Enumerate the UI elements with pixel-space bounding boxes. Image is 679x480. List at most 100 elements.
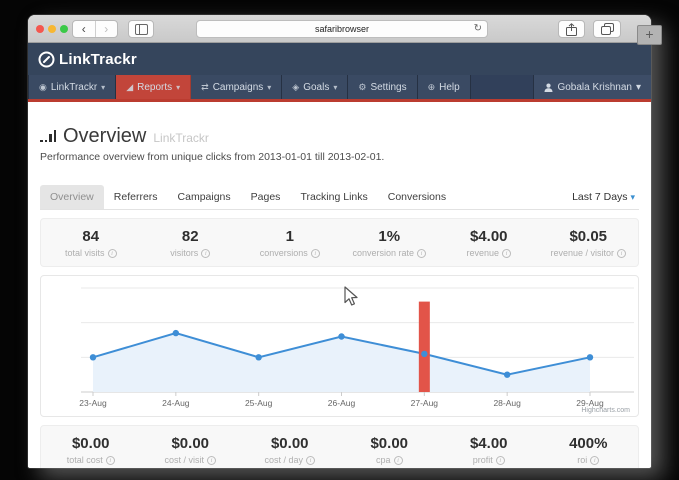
stat-label: cost / visit — [164, 455, 204, 465]
stat-value: 1 — [240, 228, 340, 245]
stat-label: roi — [577, 455, 587, 465]
svg-text:23-Aug: 23-Aug — [79, 398, 107, 408]
share-button[interactable] — [558, 20, 585, 38]
show-tabs-button[interactable] — [593, 20, 621, 38]
logo-text: LinkTrackr — [59, 51, 137, 68]
tab-conversions[interactable]: Conversions — [378, 185, 456, 209]
info-icon[interactable]: i — [311, 249, 320, 258]
zoom-window-button[interactable] — [60, 25, 68, 33]
linktrackr-logo[interactable]: LinkTrackr — [38, 51, 137, 68]
stat-cpa: $0.00cpai — [340, 435, 440, 465]
tab-referrers[interactable]: Referrers — [104, 185, 168, 209]
nav-item-help[interactable]: ⊕ Help — [418, 75, 471, 99]
stat-conversion-rate: 1% conversion ratei — [340, 228, 440, 258]
page-title-suffix: LinkTrackr — [153, 131, 209, 145]
globe-icon: ◉ — [39, 82, 47, 93]
sidebar-icon — [135, 24, 148, 35]
stat-label: total visits — [65, 248, 105, 258]
stat-label: cost / day — [264, 455, 303, 465]
linktrackr-logo-icon — [38, 51, 55, 68]
user-icon — [544, 83, 553, 92]
nav-label: Reports — [137, 82, 172, 93]
chevron-down-icon: ▾ — [630, 192, 635, 202]
nav-label: LinkTrackr — [51, 82, 97, 93]
stat-value: $0.05 — [539, 228, 639, 245]
wrench-icon: ⚙ — [358, 82, 366, 93]
page-title: Overview — [63, 125, 146, 148]
screenshot-stage: + ‹ › safaribrowser ↻ — [0, 0, 679, 480]
app-header: LinkTrackr — [28, 43, 651, 75]
safari-window: ‹ › safaribrowser ↻ — [28, 15, 651, 468]
stat-roi: 400% roii — [539, 435, 639, 465]
tab-overview[interactable]: Overview — [40, 185, 104, 209]
page-subtitle: Performance overview from unique clicks … — [40, 151, 639, 163]
stat-total-cost: $0.00total costi — [41, 435, 141, 465]
stat-label: profit — [473, 455, 493, 465]
info-icon[interactable]: i — [496, 456, 505, 465]
nav-item-campaigns[interactable]: ⇄ Campaigns ▾ — [191, 75, 282, 99]
info-icon[interactable]: i — [106, 456, 115, 465]
info-icon[interactable]: i — [201, 249, 210, 258]
help-icon: ⊕ — [428, 82, 436, 93]
chart-credit: Highcharts.com — [581, 407, 630, 414]
stat-label: conversions — [260, 248, 308, 258]
user-menu[interactable]: Gobala Krishnan ▾ — [533, 75, 651, 99]
history-nav-group: ‹ › — [72, 20, 118, 38]
stat-value: $0.00 — [141, 435, 241, 452]
nav-label: Settings — [370, 82, 406, 93]
visits-chart: 23-Aug24-Aug25-Aug26-Aug27-Aug28-Aug29-A… — [41, 276, 642, 416]
bar-chart-icon — [40, 129, 56, 142]
svg-text:27-Aug: 27-Aug — [411, 398, 439, 408]
url-text: safaribrowser — [315, 24, 369, 34]
stat-value: 84 — [41, 228, 141, 245]
nav-label: Campaigns — [213, 82, 264, 93]
back-button[interactable]: ‹ — [73, 21, 96, 37]
minimize-window-button[interactable] — [48, 25, 56, 33]
nav-item-linktrackr[interactable]: ◉ LinkTrackr ▾ — [28, 75, 116, 99]
address-bar[interactable]: safaribrowser ↻ — [196, 20, 488, 38]
svg-text:26-Aug: 26-Aug — [328, 398, 356, 408]
nav-item-goals[interactable]: ◈ Goals ▾ — [282, 75, 348, 99]
user-name: Gobala Krishnan — [557, 82, 632, 93]
chevron-down-icon: ▾ — [636, 82, 641, 93]
nav-item-reports[interactable]: ◢ Reports ▾ — [116, 75, 191, 99]
info-icon[interactable]: i — [617, 249, 626, 258]
reload-icon[interactable]: ↻ — [474, 21, 482, 37]
stat-revenue: $4.00revenuei — [439, 228, 539, 258]
info-icon[interactable]: i — [590, 456, 599, 465]
stats-row-top: 84total visitsi82visitorsi1conversionsi1… — [40, 218, 639, 267]
stat-value: $4.00 — [439, 228, 539, 245]
main-nav: ◉ LinkTrackr ▾ ◢ Reports ▾ ⇄ Campaigns ▾… — [28, 75, 651, 99]
forward-button[interactable]: › — [96, 21, 118, 37]
stat-label: cpa — [376, 455, 391, 465]
stat-value: $4.00 — [439, 435, 539, 452]
date-range-selector[interactable]: Last 7 Days ▾ — [568, 185, 639, 209]
tab-tracking-links[interactable]: Tracking Links — [290, 185, 377, 209]
info-icon[interactable]: i — [502, 249, 511, 258]
report-tabs: Overview Referrers Campaigns Pages Track… — [40, 185, 639, 210]
chevron-down-icon: ▾ — [267, 83, 271, 92]
stat-label: visitors — [170, 248, 198, 258]
info-icon[interactable]: i — [306, 456, 315, 465]
tab-pages[interactable]: Pages — [241, 185, 291, 209]
close-window-button[interactable] — [36, 25, 44, 33]
nav-item-settings[interactable]: ⚙ Settings — [348, 75, 417, 99]
info-icon[interactable]: i — [417, 249, 426, 258]
stat-value: 400% — [539, 435, 639, 452]
stat-visitors: 82visitorsi — [141, 228, 241, 258]
stat-cost-day: $0.00cost / dayi — [240, 435, 340, 465]
frame-plus-button[interactable]: + — [637, 25, 662, 45]
info-icon[interactable]: i — [207, 456, 216, 465]
sidebar-toggle-button[interactable] — [128, 20, 154, 38]
chart-icon: ◢ — [126, 82, 133, 93]
tab-campaigns[interactable]: Campaigns — [168, 185, 241, 209]
chevron-down-icon: ▾ — [333, 83, 337, 92]
stat-label: conversion rate — [352, 248, 414, 258]
nav-label: Goals — [303, 82, 329, 93]
info-icon[interactable]: i — [394, 456, 403, 465]
info-icon[interactable]: i — [108, 249, 117, 258]
tabs-overview-icon — [601, 23, 614, 35]
stat-value: 1% — [340, 228, 440, 245]
share-icon — [566, 23, 577, 36]
chevron-down-icon: ▾ — [101, 83, 105, 92]
